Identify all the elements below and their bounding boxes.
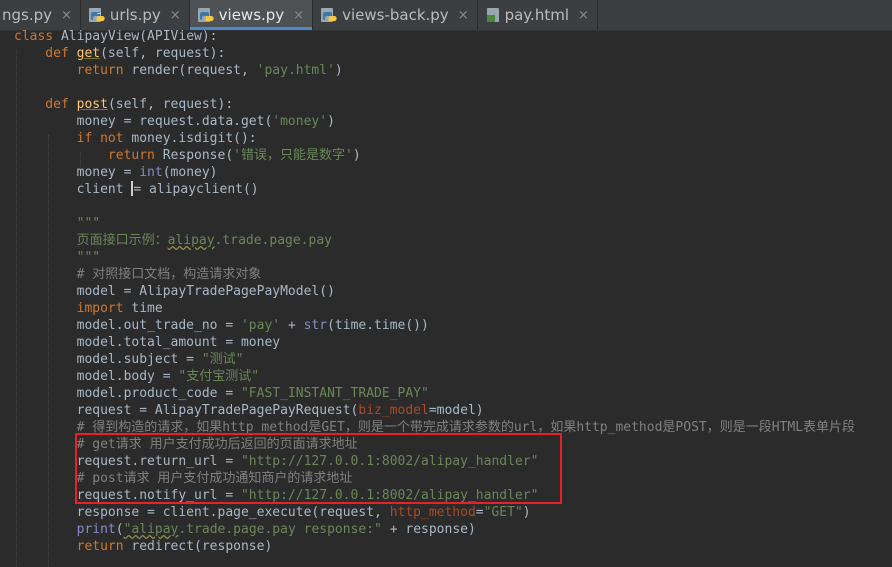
tab-label: urls.py	[109, 6, 161, 24]
close-icon[interactable]: ×	[578, 8, 589, 23]
code-line: if not money.isdigit():	[14, 131, 257, 146]
code-line: """	[14, 216, 101, 231]
code-line: model.subject = "测试"	[14, 352, 244, 367]
code-line: print("alipay.trade.page.pay response:" …	[76, 522, 476, 537]
python-file-icon	[321, 7, 337, 23]
code-line: """	[14, 250, 101, 265]
editor-tab-bar: ngs.py × urls.py × views.py × views-back…	[0, 0, 892, 31]
tab-label: ngs.py	[2, 6, 53, 24]
code-line: money = request.data.get('money')	[14, 114, 335, 129]
code-line: # post请求 用户支付成功通知商户的请求地址	[14, 471, 353, 486]
code-lines: class AlipayView(APIView): def get(self,…	[14, 28, 855, 555]
code-line: model.product_code = "FAST_INSTANT_TRADE…	[14, 386, 429, 401]
code-line: request.notify_url = "http://127.0.0.1:8…	[14, 488, 539, 503]
python-file-icon	[197, 7, 214, 23]
code-line: request = AlipayTradePagePayRequest(biz_…	[14, 403, 484, 418]
close-icon[interactable]: ×	[170, 8, 181, 23]
code-line: model.out_trade_no = 'pay' + str(time.ti…	[14, 318, 429, 333]
tab-label: views-back.py	[342, 6, 449, 24]
code-line: class AlipayView(APIView):	[14, 29, 218, 44]
code-line: model.total_amount = money	[14, 335, 281, 350]
close-icon[interactable]: ×	[293, 8, 304, 23]
code-line: return Response('错误，只能是数字')	[14, 148, 361, 163]
tab-label: pay.html	[504, 6, 569, 24]
code-editor[interactable]: class AlipayView(APIView): def get(self,…	[0, 28, 892, 567]
code-line: model = AlipayTradePagePayModel()	[14, 284, 335, 299]
code-line: return redirect(response)	[14, 539, 273, 554]
tab-settings-py[interactable]: ngs.py ×	[0, 0, 81, 30]
tab-views-py[interactable]: views.py ×	[189, 0, 314, 30]
tab-views-back-py[interactable]: views-back.py ×	[313, 0, 478, 30]
code-line: def post(self, request):	[14, 97, 234, 112]
code-line: return render(request, 'pay.html')	[14, 63, 343, 78]
code-line: # get请求 用户支付成功后返回的页面请求地址	[14, 437, 358, 452]
tab-pay-html[interactable]: pay.html ×	[478, 0, 598, 30]
close-icon[interactable]: ×	[458, 8, 469, 23]
code-line: money = int(money)	[14, 165, 218, 180]
code-line: def get(self, request):	[14, 46, 226, 61]
code-line: response = client.page_execute(request, …	[14, 505, 531, 520]
tab-label: views.py	[218, 6, 285, 24]
code-line: # 得到构造的请求，如果http_method是GET，则是一个带完成请求参数的…	[14, 420, 856, 435]
close-icon[interactable]: ×	[61, 8, 72, 23]
python-file-icon	[88, 7, 105, 23]
code-line: client = alipayclient()	[14, 181, 259, 197]
code-line: 页面接口示例：alipay.trade.page.pay	[14, 233, 332, 248]
code-line: import time	[14, 301, 163, 316]
code-line: # 对照接口文档，构造请求对象	[14, 267, 262, 282]
code-line: request.return_url = "http://127.0.0.1:8…	[14, 454, 539, 469]
html-file-icon	[486, 7, 500, 23]
tab-urls-py[interactable]: urls.py ×	[81, 0, 190, 30]
code-line: model.body = "支付宝测试"	[14, 369, 260, 384]
